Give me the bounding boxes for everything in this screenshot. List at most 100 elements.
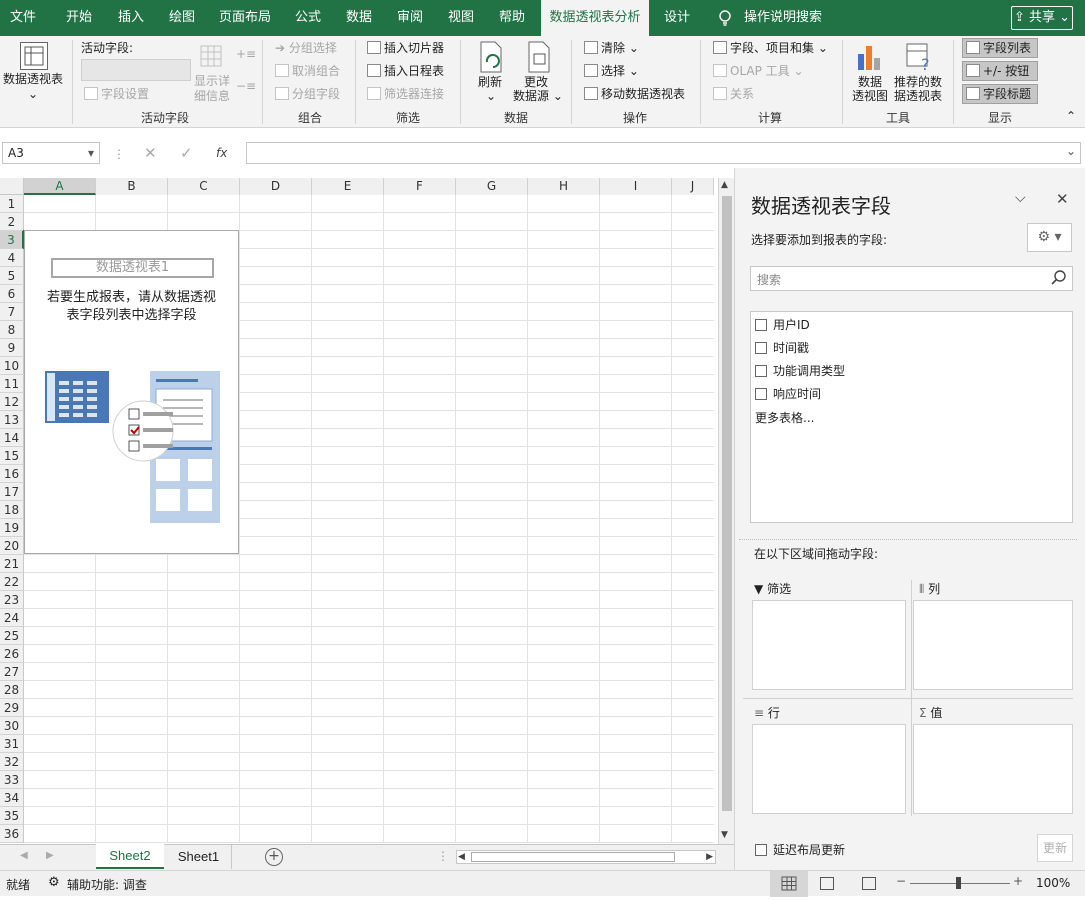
recommended-pivottables-icon[interactable]: ? bbox=[904, 40, 934, 74]
row-header-15[interactable]: 15 bbox=[0, 447, 24, 465]
row-header-28[interactable]: 28 bbox=[0, 681, 24, 699]
pivotchart-button[interactable]: 透视图 bbox=[852, 88, 888, 104]
column-header-a[interactable]: A bbox=[24, 178, 96, 195]
tab-data[interactable]: 数据 bbox=[336, 0, 382, 36]
row-header-8[interactable]: 8 bbox=[0, 321, 24, 339]
zoom-level[interactable]: 100% bbox=[1036, 876, 1070, 890]
close-icon[interactable]: ✕ bbox=[1056, 190, 1069, 208]
zone-filter-drop[interactable] bbox=[752, 600, 906, 690]
accessibility-icon[interactable]: ⚙ bbox=[48, 875, 60, 890]
sheet-tab-sheet2[interactable]: Sheet2 bbox=[96, 844, 164, 869]
row-header-14[interactable]: 14 bbox=[0, 429, 24, 447]
insert-function-icon[interactable]: fx bbox=[216, 145, 227, 161]
zone-rows-drop[interactable] bbox=[752, 724, 906, 814]
column-header-f[interactable]: F bbox=[384, 178, 456, 195]
column-header-b[interactable]: B bbox=[96, 178, 168, 195]
formula-input[interactable]: ⌄ bbox=[246, 142, 1081, 164]
split-handle-icon[interactable]: ⋮ bbox=[437, 849, 449, 863]
filter-connections-button[interactable]: 筛选器连接 bbox=[367, 86, 444, 102]
zoom-slider-thumb[interactable] bbox=[956, 877, 961, 889]
horizontal-scroll-thumb[interactable] bbox=[471, 852, 675, 862]
scroll-right-icon[interactable]: ▶ bbox=[706, 851, 713, 863]
row-header-23[interactable]: 23 bbox=[0, 591, 24, 609]
field-list-toggle[interactable]: 字段列表 bbox=[962, 38, 1038, 58]
column-header-i[interactable]: I bbox=[600, 178, 672, 195]
row-header-33[interactable]: 33 bbox=[0, 771, 24, 789]
field-checkbox[interactable] bbox=[755, 365, 767, 377]
zoom-in-icon[interactable]: + bbox=[1013, 874, 1023, 888]
row-header-3[interactable]: 3 bbox=[0, 231, 24, 249]
row-header-7[interactable]: 7 bbox=[0, 303, 24, 321]
row-header-21[interactable]: 21 bbox=[0, 555, 24, 573]
gear-icon[interactable]: ⚙ ▾ bbox=[1027, 223, 1072, 252]
row-header-5[interactable]: 5 bbox=[0, 267, 24, 285]
share-button[interactable]: ⇪ 共享 ⌄ bbox=[1011, 6, 1073, 30]
row-header-12[interactable]: 12 bbox=[0, 393, 24, 411]
select-all-corner[interactable] bbox=[0, 178, 24, 195]
row-header-35[interactable]: 35 bbox=[0, 807, 24, 825]
group-selection-button[interactable]: ➔ 分组选择 bbox=[275, 40, 337, 56]
tab-draw[interactable]: 绘图 bbox=[159, 0, 205, 36]
row-header-6[interactable]: 6 bbox=[0, 285, 24, 303]
active-field-input[interactable] bbox=[81, 59, 191, 81]
scroll-down-icon[interactable]: ▼ bbox=[721, 830, 728, 840]
field-checkbox[interactable] bbox=[755, 342, 767, 354]
expand-formula-icon[interactable]: ⌄ bbox=[1066, 144, 1076, 158]
column-header-c[interactable]: C bbox=[168, 178, 240, 195]
horizontal-scrollbar[interactable]: ◀ ▶ bbox=[456, 850, 716, 864]
change-source-icon[interactable] bbox=[525, 40, 553, 74]
pivotchart-icon[interactable] bbox=[855, 40, 885, 72]
name-box[interactable]: A3 ▾ bbox=[2, 142, 100, 164]
row-header-29[interactable]: 29 bbox=[0, 699, 24, 717]
add-sheet-icon[interactable]: + bbox=[265, 848, 283, 866]
change-source-button[interactable]: 数据源 ⌄ bbox=[513, 88, 563, 104]
field-checkbox[interactable] bbox=[755, 388, 767, 400]
update-button[interactable]: 更新 bbox=[1037, 834, 1073, 862]
move-pivottable-button[interactable]: 移动数据透视表 bbox=[584, 86, 685, 102]
field-item-timestamp[interactable]: 时间戳 bbox=[755, 339, 809, 356]
row-header-26[interactable]: 26 bbox=[0, 645, 24, 663]
field-settings-button[interactable]: 字段设置 bbox=[84, 86, 149, 102]
row-header-11[interactable]: 11 bbox=[0, 375, 24, 393]
page-break-view-icon[interactable] bbox=[862, 877, 876, 890]
tab-review[interactable]: 审阅 bbox=[387, 0, 433, 36]
field-item-response-time[interactable]: 响应时间 bbox=[755, 385, 821, 402]
field-checkbox[interactable] bbox=[755, 319, 767, 331]
collapse-field-icon[interactable]: −≡ bbox=[236, 78, 256, 94]
pivottable-button[interactable]: 数据透视表 bbox=[3, 71, 63, 87]
row-header-20[interactable]: 20 bbox=[0, 537, 24, 555]
prev-sheet-icon[interactable]: ◀ bbox=[20, 850, 28, 861]
zone-columns-drop[interactable] bbox=[913, 600, 1073, 690]
cancel-entry-icon[interactable]: ✕ bbox=[144, 145, 157, 161]
row-header-10[interactable]: 10 bbox=[0, 357, 24, 375]
accessibility-status[interactable]: 辅助功能: 调查 bbox=[67, 876, 147, 893]
vertical-scrollbar[interactable]: ▲ ▼ bbox=[718, 178, 734, 844]
group-field-button[interactable]: 分组字段 bbox=[275, 86, 340, 102]
field-item-call-type[interactable]: 功能调用类型 bbox=[755, 362, 845, 379]
zoom-out-icon[interactable]: − bbox=[896, 874, 906, 888]
plus-minus-buttons-toggle[interactable]: +/- 按钮 bbox=[962, 61, 1038, 81]
row-header-24[interactable]: 24 bbox=[0, 609, 24, 627]
clear-button[interactable]: 清除 ⌄ bbox=[584, 40, 639, 56]
field-headers-toggle[interactable]: 字段标题 bbox=[962, 84, 1038, 104]
defer-update-checkbox[interactable] bbox=[755, 844, 767, 856]
row-header-36[interactable]: 36 bbox=[0, 825, 24, 843]
tab-view[interactable]: 视图 bbox=[438, 0, 484, 36]
row-header-32[interactable]: 32 bbox=[0, 753, 24, 771]
insert-slicer-button[interactable]: 插入切片器 bbox=[367, 40, 444, 56]
olap-tools-button[interactable]: OLAP 工具 ⌄ bbox=[713, 63, 804, 79]
more-tables-link[interactable]: 更多表格... bbox=[755, 409, 814, 426]
sheet-tab-sheet1[interactable]: Sheet1 bbox=[166, 845, 232, 869]
ungroup-button[interactable]: 取消组合 bbox=[275, 63, 340, 79]
chevron-down-icon[interactable]: ▾ bbox=[88, 143, 94, 163]
pane-splitter[interactable] bbox=[739, 539, 1077, 540]
fields-items-sets-button[interactable]: 字段、项目和集 ⌄ bbox=[713, 40, 828, 56]
column-header-h[interactable]: H bbox=[528, 178, 600, 195]
row-header-30[interactable]: 30 bbox=[0, 717, 24, 735]
tab-help[interactable]: 帮助 bbox=[489, 0, 535, 36]
chevron-down-icon[interactable]: ⌄ bbox=[28, 86, 38, 102]
refresh-icon[interactable] bbox=[477, 40, 505, 74]
field-search-input[interactable]: 搜索 bbox=[750, 266, 1073, 291]
select-button[interactable]: 选择 ⌄ bbox=[584, 63, 639, 79]
row-header-31[interactable]: 31 bbox=[0, 735, 24, 753]
